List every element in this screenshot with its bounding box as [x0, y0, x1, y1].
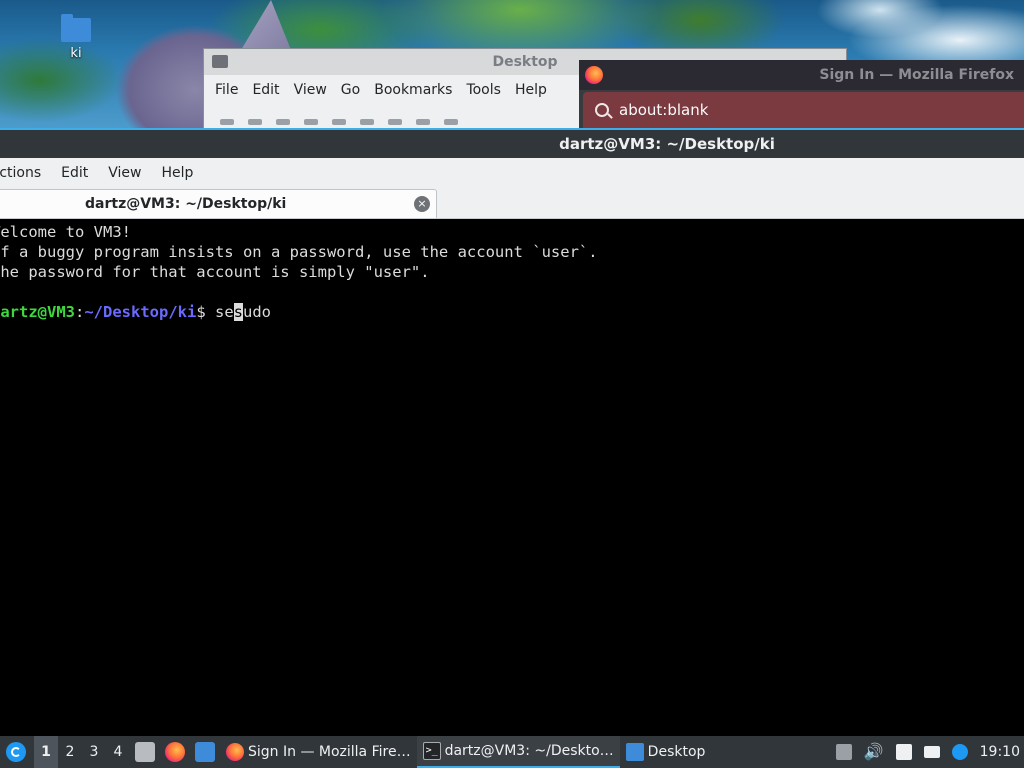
menu-help[interactable]: Help: [508, 82, 554, 98]
task-terminal[interactable]: >_ dartz@VM3: ~/Deskto…: [416, 736, 620, 768]
forward-icon[interactable]: [276, 119, 290, 125]
toolbar-button-icon[interactable]: [220, 119, 234, 125]
terminal-icon: >_: [422, 742, 441, 760]
prompt-user-host: dartz@VM3: [0, 303, 75, 321]
network-icon[interactable]: [923, 746, 940, 758]
text-cursor: s: [233, 303, 244, 321]
application-menu-icon[interactable]: [6, 742, 26, 762]
workspace-4[interactable]: 4: [106, 744, 130, 760]
menu-help[interactable]: Help: [152, 165, 204, 181]
files-icon[interactable]: [135, 742, 155, 762]
close-icon[interactable]: ×: [414, 196, 430, 212]
firefox-url-text[interactable]: about:blank: [619, 101, 708, 119]
clock[interactable]: 19:10: [980, 744, 1020, 760]
command-text: se: [215, 303, 234, 321]
menu-file[interactable]: File: [208, 82, 245, 98]
icon-view-icon[interactable]: [360, 119, 374, 125]
firefox-icon: [226, 743, 244, 761]
folder-icon: [625, 743, 644, 761]
terminal-line: Welcome to VM3!: [0, 223, 131, 241]
folder-icon: [61, 14, 91, 42]
terminal-titlebar[interactable]: dartz@VM3: ~/Desktop/ki: [0, 128, 1024, 158]
workspace-1[interactable]: 1: [34, 736, 58, 768]
command-text-after-cursor: udo: [243, 303, 272, 321]
menu-edit[interactable]: Edit: [245, 82, 286, 98]
taskbar: 1 2 3 4 Sign In — Mozilla Fire… >_ dartz…: [0, 736, 1024, 768]
clipboard-icon[interactable]: [895, 744, 912, 760]
task-label: Sign In — Mozilla Fire…: [248, 744, 411, 760]
desktop-icon-label: ki: [70, 46, 82, 61]
workspace-3[interactable]: 3: [82, 744, 106, 760]
menu-view[interactable]: View: [98, 165, 151, 181]
terminal-tab-label: dartz@VM3: ~/Desktop/ki: [85, 196, 287, 212]
task-label: Desktop: [647, 744, 706, 760]
task-firefox[interactable]: Sign In — Mozilla Fire…: [220, 736, 417, 768]
compact-view-icon[interactable]: [416, 119, 430, 125]
terminal-output[interactable]: Welcome to VM3! If a buggy program insis…: [0, 220, 1024, 736]
search-icon: [595, 103, 609, 117]
firefox-url-bar[interactable]: about:blank: [583, 92, 1024, 130]
firefox-icon: [585, 66, 603, 84]
terminal-tabbar: dartz@VM3: ~/Desktop/ki ×: [0, 188, 1024, 219]
terminal-menubar: Actions Edit View Help: [0, 158, 1024, 188]
terminal-tab[interactable]: dartz@VM3: ~/Desktop/ki ×: [0, 189, 437, 218]
tray-expander-icon[interactable]: [835, 744, 852, 760]
list-view-icon[interactable]: [388, 119, 402, 125]
system-tray: 🔊 19:10: [835, 744, 1024, 760]
menu-bookmarks[interactable]: Bookmarks: [367, 82, 459, 98]
terminal-title: dartz@VM3: ~/Desktop/ki: [559, 135, 775, 153]
folder-icon[interactable]: [195, 742, 215, 762]
menu-actions[interactable]: Actions: [0, 165, 51, 181]
task-desktop[interactable]: Desktop: [620, 736, 712, 768]
terminal-prompt-line[interactable]: dartz@VM3:~/Desktop/ki$ sesudo: [0, 302, 1024, 322]
menu-go[interactable]: Go: [334, 82, 367, 98]
menu-tools[interactable]: Tools: [459, 82, 508, 98]
terminal-line: If a buggy program insists on a password…: [0, 243, 598, 261]
firefox-icon[interactable]: [165, 742, 185, 762]
firefox-title: Sign In — Mozilla Firefox: [819, 67, 1014, 83]
firefox-window[interactable]: Sign In — Mozilla Firefox about:blank: [579, 60, 1024, 130]
prompt-separator: :: [75, 303, 85, 321]
prompt-path: ~/Desktop/ki: [84, 303, 197, 321]
terminal-window[interactable]: dartz@VM3: ~/Desktop/ki Actions Edit Vie…: [0, 128, 1024, 736]
notification-icon[interactable]: [951, 744, 968, 760]
back-icon[interactable]: [248, 119, 262, 125]
firefox-titlebar[interactable]: Sign In — Mozilla Firefox: [579, 60, 1024, 90]
volume-icon[interactable]: 🔊: [864, 744, 884, 760]
menu-view[interactable]: View: [287, 82, 334, 98]
workspace-2[interactable]: 2: [58, 744, 82, 760]
menu-edit[interactable]: Edit: [51, 165, 98, 181]
task-label: dartz@VM3: ~/Deskto…: [444, 743, 614, 759]
prompt-symbol: $: [196, 303, 215, 321]
terminal-line: The password for that account is simply …: [0, 263, 430, 281]
up-icon[interactable]: [304, 119, 318, 125]
desktop-icon-ki[interactable]: ki: [56, 14, 96, 61]
detail-view-icon[interactable]: [444, 119, 458, 125]
reload-icon[interactable]: [332, 119, 346, 125]
